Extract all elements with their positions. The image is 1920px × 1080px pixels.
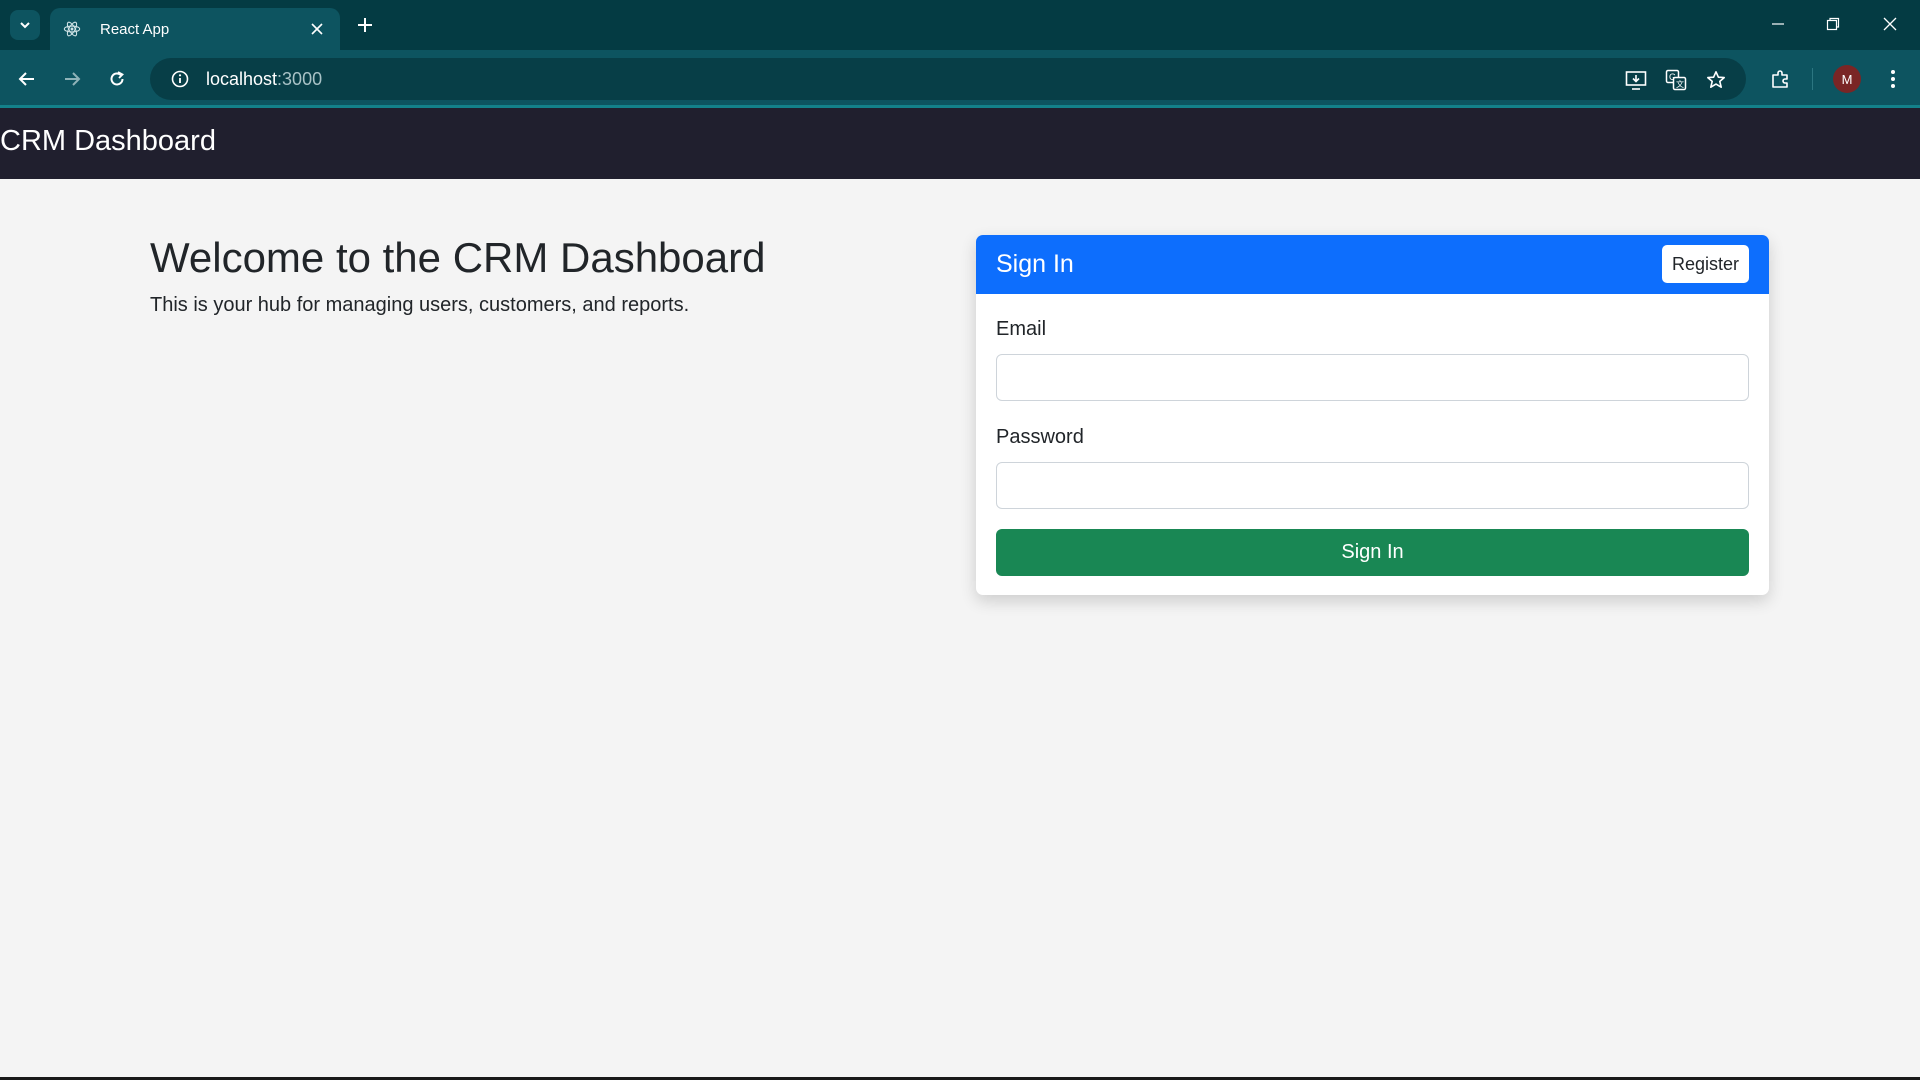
forward-arrow-icon [65, 72, 81, 86]
register-button[interactable]: Register [1662, 245, 1749, 283]
avatar[interactable]: M [1833, 65, 1861, 93]
welcome-subtext: This is your hub for managing users, cus… [150, 294, 690, 316]
browser-tab[interactable]: React App [50, 8, 340, 50]
kebab-menu-icon[interactable] [1878, 64, 1908, 94]
welcome-section: Welcome to the CRM Dashboard This is you… [150, 232, 765, 317]
tab-search-icon [20, 22, 30, 29]
back-arrow-icon [18, 72, 34, 86]
close-icon[interactable] [306, 18, 328, 40]
install-app-icon[interactable] [1623, 67, 1649, 93]
window-close-icon [1883, 17, 1897, 31]
email-field[interactable] [996, 354, 1749, 401]
app-brand[interactable]: CRM Dashboard [0, 125, 216, 158]
sign-in-button[interactable]: Sign In [996, 529, 1749, 576]
url-host: localhost [206, 68, 278, 89]
signin-card-title: Sign In [996, 250, 1074, 278]
star-icon[interactable] [1703, 67, 1729, 93]
url-port: :3000 [277, 68, 323, 89]
forward-button[interactable] [57, 64, 87, 94]
info-icon[interactable] [160, 70, 200, 88]
react-icon [62, 19, 82, 39]
minimize-button[interactable] [1758, 10, 1798, 38]
extensions-icon[interactable] [1766, 64, 1796, 94]
address-bar[interactable]: localhost:3000 G文 [150, 58, 1746, 100]
tab-search-button[interactable] [10, 10, 40, 40]
signin-card: Sign In Register Email Password Sign In [976, 235, 1769, 595]
translate-icon[interactable]: G文 [1663, 67, 1689, 93]
browser-toolbar: localhost:3000 G文 M [0, 50, 1920, 108]
password-label: Password [996, 426, 1084, 448]
toolbar-separator [1812, 68, 1813, 90]
signin-form: Email Password Sign In [976, 318, 1769, 576]
reload-icon [110, 71, 124, 86]
window-close-button[interactable] [1870, 10, 1910, 38]
reload-button[interactable] [102, 64, 132, 94]
welcome-heading: Welcome to the CRM Dashboard [150, 234, 766, 281]
svg-text:文: 文 [1676, 79, 1684, 89]
restore-icon [1826, 17, 1840, 31]
email-label: Email [996, 318, 1047, 340]
app-navbar: CRM Dashboard [0, 108, 1920, 179]
url-text: localhost:3000 [206, 69, 322, 90]
new-tab-button[interactable] [352, 12, 378, 38]
password-field[interactable] [996, 462, 1749, 509]
back-button[interactable] [12, 64, 42, 94]
minimize-icon [1772, 23, 1784, 25]
signin-card-header: Sign In Register [976, 235, 1769, 294]
browser-tabbar: React App [0, 0, 1920, 50]
restore-button[interactable] [1813, 10, 1853, 38]
tab-title: React App [100, 20, 170, 38]
plus-icon [358, 18, 372, 32]
